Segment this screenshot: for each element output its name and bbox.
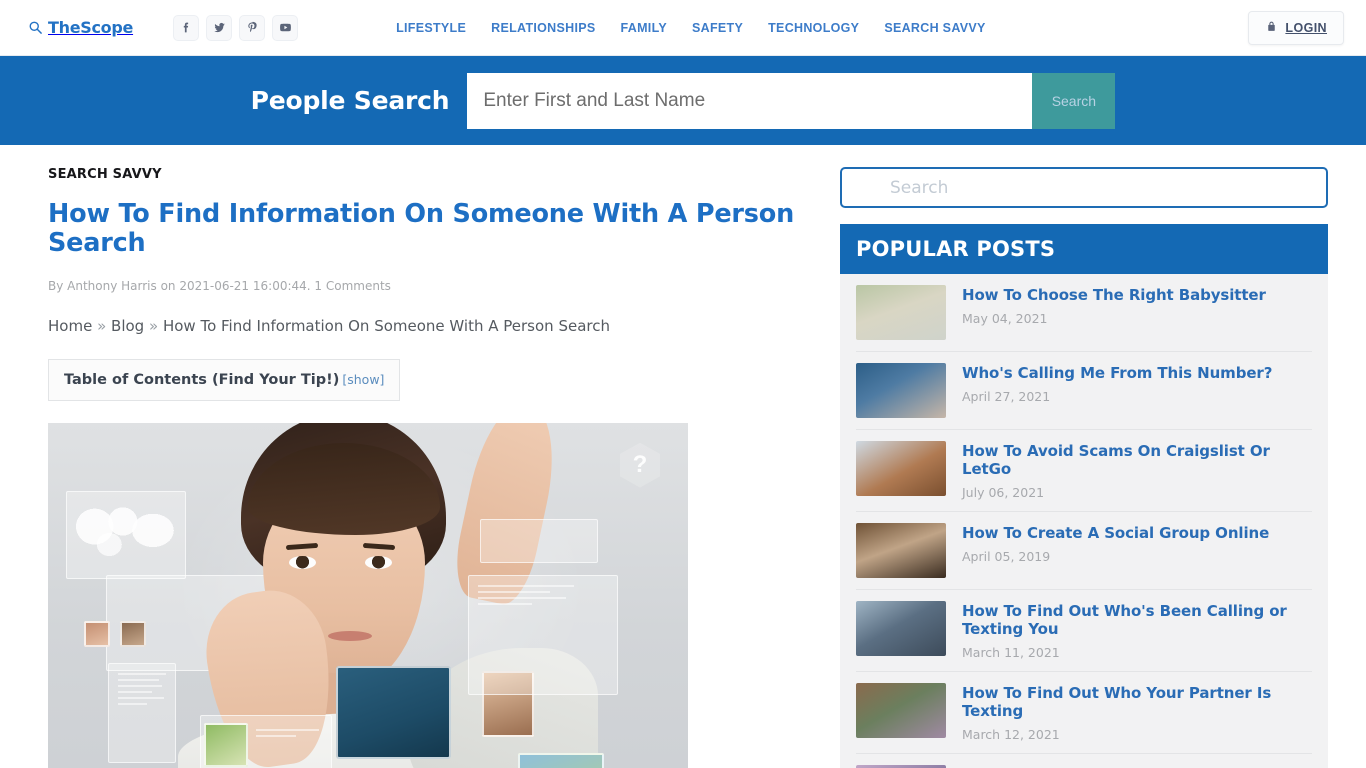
page-title: How To Find Information On Someone With … [48,199,795,259]
people-search-submit-button[interactable]: Search [1032,72,1116,129]
sidebar: POPULAR POSTS How To Choose The Right Ba… [830,145,1346,768]
breadcrumb-separator-2: » [149,316,159,335]
nav-item-technology[interactable]: TECHNOLOGY [768,21,859,35]
hologram-video-card [336,665,451,759]
post-title-link[interactable]: How To Find Out Who's Been Calling or Te… [962,602,1312,638]
lock-icon [1265,20,1278,36]
hologram-world-map [76,500,180,565]
facebook-icon[interactable] [173,14,200,41]
pinterest-icon[interactable] [239,14,266,41]
list-item[interactable] [856,754,1312,768]
list-item[interactable]: Who's Calling Me From This Number? April… [856,352,1312,430]
top-header-bar: TheScope LIFESTYLE RELATIONSHIPS FAMILY … [0,0,1366,56]
people-search-banner: People Search Search [0,56,1366,145]
post-thumbnail-icon [856,285,946,340]
table-of-contents-box: Table of Contents (Find Your Tip!) [show] [48,358,401,401]
twitter-icon[interactable] [206,14,233,41]
table-of-contents-title: Table of Contents (Find Your Tip!) [64,371,340,388]
article-byline: By Anthony Harris on 2021-06-21 16:00:44… [48,278,391,293]
article-category-kicker: SEARCH SAVVY [48,167,162,182]
nav-item-lifestyle[interactable]: LIFESTYLE [396,21,466,35]
people-search-form: Search [467,72,1116,129]
article-hero-image: ? [48,422,688,768]
post-thumbnail-icon [856,441,946,496]
magnifier-icon [28,20,43,35]
post-thumbnail-icon [856,523,946,578]
social-links [173,14,299,41]
list-item[interactable]: How To Find Out Who's Been Calling or Te… [856,590,1312,672]
post-title-link[interactable]: How To Avoid Scams On Craigslist Or LetG… [962,442,1312,478]
people-search-label: People Search [250,86,450,115]
list-item[interactable]: How To Find Out Who Your Partner Is Text… [856,672,1312,754]
popular-posts-list: How To Choose The Right Babysitter May 0… [840,274,1328,768]
table-of-contents-toggle[interactable]: [show] [342,372,384,387]
post-date: July 06, 2021 [962,485,1045,500]
list-item[interactable]: How To Choose The Right Babysitter May 0… [856,274,1312,352]
nav-item-relationships[interactable]: RELATIONSHIPS [491,21,595,35]
post-title-link[interactable]: Who's Calling Me From This Number? [962,364,1272,382]
login-button-label: LOGIN [1285,20,1327,35]
nav-item-search-savvy[interactable]: SEARCH SAVVY [884,21,985,35]
breadcrumb-blog[interactable]: Blog [111,317,144,335]
post-date: April 27, 2021 [962,389,1051,404]
post-title-link[interactable]: How To Find Out Who Your Partner Is Text… [962,684,1312,720]
breadcrumb-separator-1: » [97,316,107,335]
people-search-input[interactable] [467,72,1033,129]
post-date: March 11, 2021 [962,645,1060,660]
nav-item-family[interactable]: FAMILY [621,21,667,35]
post-title-link[interactable]: How To Choose The Right Babysitter [962,286,1266,304]
breadcrumb-current: How To Find Information On Someone With … [162,316,610,335]
main-navigation: LIFESTYLE RELATIONSHIPS FAMILY SAFETY TE… [396,21,986,35]
post-date: April 05, 2019 [962,549,1051,564]
sidebar-search-input[interactable] [840,167,1328,208]
post-date: March 12, 2021 [962,727,1060,742]
page-body: SEARCH SAVVY How To Find Information On … [0,145,1366,768]
list-item[interactable]: How To Create A Social Group Online Apri… [856,512,1312,590]
popular-posts-heading: POPULAR POSTS [840,224,1328,274]
breadcrumb: Home » Blog » How To Find Information On… [48,317,802,335]
logo-text: TheScope [48,18,134,37]
article-column: SEARCH SAVVY How To Find Information On … [20,145,830,768]
site-logo[interactable]: TheScope [28,18,133,37]
nav-item-safety[interactable]: SAFETY [692,21,743,35]
youtube-icon[interactable] [272,14,299,41]
breadcrumb-home[interactable]: Home [48,317,92,335]
post-date: May 04, 2021 [962,311,1048,326]
login-button[interactable]: LOGIN [1248,10,1344,45]
list-item[interactable]: How To Avoid Scams On Craigslist Or LetG… [856,430,1312,512]
post-thumbnail-icon [856,683,946,738]
post-thumbnail-icon [856,363,946,418]
post-thumbnail-icon [856,601,946,656]
post-title-link[interactable]: How To Create A Social Group Online [962,524,1269,542]
